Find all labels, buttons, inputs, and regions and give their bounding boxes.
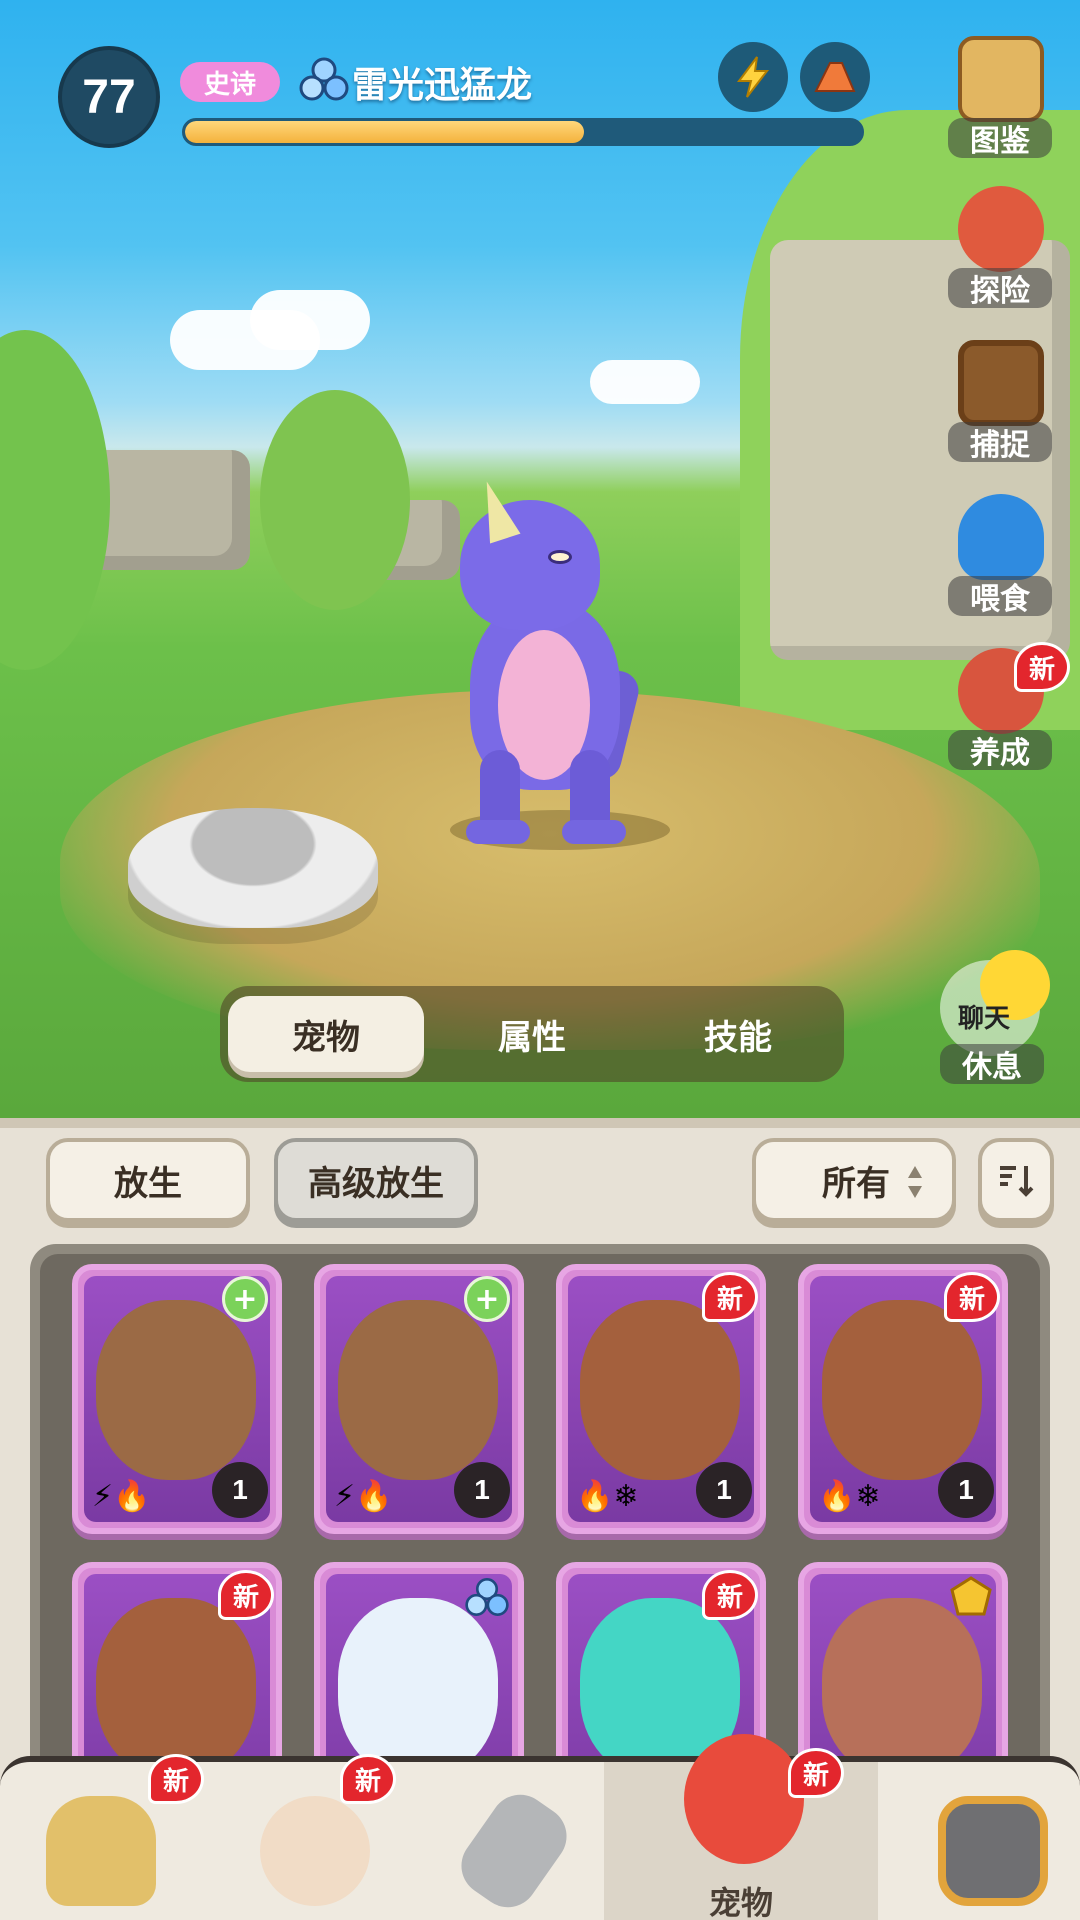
pet-scene [0, 0, 1080, 1118]
pet-level: 77 [82, 70, 136, 124]
adventure-icon [958, 186, 1044, 272]
sort-icon [1000, 1166, 1034, 1197]
cage-icon [958, 340, 1044, 426]
pet-card[interactable]: 新 🔥❄ 1 [556, 1264, 766, 1534]
side-item-train[interactable]: 养成 新 [944, 642, 1070, 771]
nav-pet-label: 宠物 [708, 1884, 773, 1920]
pet-progress-bar [182, 118, 864, 146]
advanced-release-button[interactable]: 高级放生 [274, 1138, 478, 1222]
side-item-label: 图鉴 [948, 118, 1052, 159]
wind-type-icon [299, 57, 349, 101]
pet-card[interactable]: + ⚡🔥 1 [72, 1264, 282, 1534]
rest-label: 休息 [940, 1044, 1044, 1085]
pet-card-level: 1 [696, 1462, 752, 1518]
bear-creature-icon [96, 1598, 256, 1778]
ram-creature-icon [822, 1598, 982, 1778]
nav-viking[interactable]: 新 [8, 1754, 204, 1920]
rhino-creature-icon [96, 1300, 256, 1480]
tab-skills[interactable]: 技能 [640, 996, 836, 1072]
gold-type-icon [950, 1576, 992, 1616]
side-item-feed[interactable]: 喂食 [944, 494, 1056, 617]
feed-icon [958, 494, 1044, 580]
new-badge: 新 [218, 1570, 274, 1620]
element-icons: ⚡🔥 [92, 1479, 151, 1514]
element-icons: 🔥❄ [576, 1479, 639, 1514]
element-icons: 🔥❄ [818, 1479, 881, 1514]
new-badge: 新 [788, 1748, 844, 1798]
element-icons: ⚡🔥 [334, 1479, 393, 1514]
new-badge: 新 [340, 1754, 396, 1804]
side-item-capture[interactable]: 捕捉 [944, 340, 1056, 463]
pet-level-badge: 77 [58, 46, 160, 148]
bear-creature-icon [580, 1300, 740, 1480]
pet-card[interactable]: + ⚡🔥 1 [314, 1264, 524, 1534]
food-bowl[interactable] [128, 808, 378, 928]
detail-tab-bar: 宠物 属性 技能 [220, 986, 844, 1082]
lightning-icon [737, 56, 770, 98]
dinosaur-book-icon [958, 36, 1044, 122]
portal-icon [938, 1796, 1048, 1906]
rarity-label: 史诗 [203, 69, 256, 100]
new-badge: 新 [702, 1272, 758, 1322]
hero-icon [260, 1796, 370, 1906]
mountain-icon [814, 62, 856, 92]
wolf-creature-icon [338, 1598, 498, 1778]
heart-plus-icon: + [222, 1276, 268, 1322]
sword-icon [449, 1783, 579, 1919]
filter-value: 所有 [822, 1163, 890, 1204]
viking-icon [46, 1796, 156, 1906]
nav-portal[interactable] [900, 1762, 1080, 1920]
sort-button[interactable] [978, 1138, 1054, 1222]
side-item-adventure[interactable]: 探险 [944, 186, 1056, 309]
tab-pet[interactable]: 宠物 [228, 996, 424, 1072]
terrain-button[interactable] [800, 42, 870, 112]
release-button[interactable]: 放生 [46, 1138, 250, 1222]
pet-card-level: 1 [938, 1462, 994, 1518]
lightning-button[interactable] [718, 42, 788, 112]
side-item-label: 养成 [948, 730, 1052, 771]
rarity-badge: 史诗 [180, 62, 280, 102]
bottom-nav: 新 新 宠物 新 [0, 1734, 1080, 1920]
wind-type-icon [465, 1577, 509, 1617]
new-badge: 新 [702, 1570, 758, 1620]
pet-dragon-model[interactable] [440, 476, 670, 860]
nav-hero[interactable]: 新 [222, 1754, 402, 1920]
filter-dropdown[interactable]: 所有 [752, 1138, 956, 1222]
nav-pet[interactable]: 宠物 新 [604, 1734, 878, 1920]
new-badge: 新 [1014, 642, 1070, 692]
side-item-codex[interactable]: 图鉴 [944, 36, 1056, 159]
pet-card[interactable]: 新 🔥❄ 1 [798, 1264, 1008, 1534]
rhino-creature-icon [338, 1300, 498, 1480]
nav-weapon[interactable] [420, 1762, 600, 1920]
heart-plus-icon: + [464, 1276, 510, 1322]
pet-card-level: 1 [454, 1462, 510, 1518]
pet-icon [684, 1734, 804, 1864]
pet-progress-fill [185, 121, 584, 143]
tab-attributes[interactable]: 属性 [434, 996, 630, 1072]
new-badge: 新 [148, 1754, 204, 1804]
pet-card-level: 1 [212, 1462, 268, 1518]
updown-caret-icon [908, 1166, 922, 1198]
chat-label: 聊天 [958, 1004, 1011, 1034]
side-item-label: 捕捉 [948, 422, 1052, 463]
side-item-label: 喂食 [948, 576, 1052, 617]
bear-creature-icon [822, 1300, 982, 1480]
side-item-label: 探险 [948, 268, 1052, 309]
new-badge: 新 [944, 1272, 1000, 1322]
pet-name: 雷光迅猛龙 [352, 65, 533, 106]
chat-rest-button[interactable]: 聊天 休息 [936, 950, 1050, 1090]
